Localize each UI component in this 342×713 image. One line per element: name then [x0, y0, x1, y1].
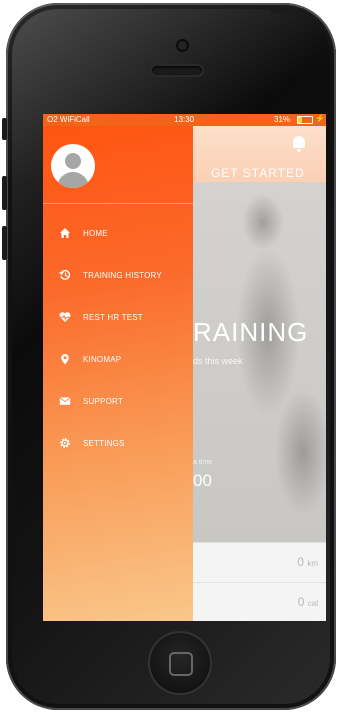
volume-down-button: [2, 226, 7, 260]
stat-value: 00: [193, 471, 212, 490]
home-button-square-icon: [169, 652, 193, 676]
menu-item-settings[interactable]: SETTINGS: [43, 430, 193, 458]
clock: 13:30: [174, 115, 195, 124]
mute-switch: [2, 118, 7, 140]
home-button[interactable]: [150, 633, 210, 693]
history-icon: [59, 269, 71, 280]
metric-calories-unit: cal: [307, 599, 318, 608]
avatar-head: [65, 153, 81, 169]
bell-icon[interactable]: [293, 136, 305, 152]
carrier-label: O2 WiFiCall: [47, 115, 90, 124]
volume-up-button: [2, 176, 7, 210]
battery-fill: [298, 117, 303, 123]
power-button: [270, 8, 304, 13]
menu-label-rest-hr-test: REST HR TEST: [83, 313, 143, 322]
get-started-button[interactable]: GET STARTED: [211, 166, 305, 180]
training-title: RAINING: [193, 317, 309, 347]
metric-calories-value: 0: [297, 595, 305, 609]
metric-distance-unit: km: [307, 559, 318, 568]
earpiece-speaker: [152, 66, 202, 75]
menu-item-support[interactable]: SUPPORT: [43, 388, 193, 416]
heart-rate-icon: [59, 312, 71, 322]
avatar[interactable]: [51, 144, 95, 188]
metric-calories: 0 cal: [298, 595, 318, 609]
navigation-drawer: HOME TRAINING HISTORY REST HR TEST KINOM…: [43, 126, 193, 621]
menu-label-home: HOME: [83, 229, 108, 238]
mail-icon: [59, 397, 71, 405]
menu-item-training-history[interactable]: TRAINING HISTORY: [43, 262, 193, 290]
metrics-panel: 0 km 0 cal: [193, 542, 326, 621]
phone-screen: GET STARTED RAINING ds this week a time …: [43, 114, 326, 621]
stat-label: a time: [193, 459, 213, 466]
charging-bolt-icon: ⚡: [315, 114, 325, 123]
menu-label-kinomap: KINOMAP: [83, 355, 122, 364]
metric-row-calories: 0 cal: [193, 582, 326, 621]
menu-item-rest-hr-test[interactable]: REST HR TEST: [43, 304, 193, 332]
status-bar: O2 WiFiCall 13:30 31% ⚡: [43, 114, 326, 126]
home-icon: [60, 228, 70, 238]
metric-distance: 0 km: [297, 555, 318, 569]
drawer-divider: [43, 203, 193, 204]
menu-label-settings: SETTINGS: [83, 439, 125, 448]
metric-row-distance: 0 km: [193, 542, 326, 582]
menu-item-home[interactable]: HOME: [43, 220, 193, 248]
location-pin-icon: [61, 354, 69, 365]
menu-label-support: SUPPORT: [83, 397, 123, 406]
front-camera: [178, 41, 187, 50]
menu-item-kinomap[interactable]: KINOMAP: [43, 346, 193, 374]
battery-icon: [297, 116, 313, 124]
avatar-body: [57, 172, 89, 188]
training-subtitle: ds this week: [193, 356, 243, 366]
metric-distance-value: 0: [297, 555, 304, 569]
menu-label-training-history: TRAINING HISTORY: [83, 271, 162, 280]
battery-percent: 31%: [274, 115, 291, 124]
gear-icon: [60, 438, 70, 448]
